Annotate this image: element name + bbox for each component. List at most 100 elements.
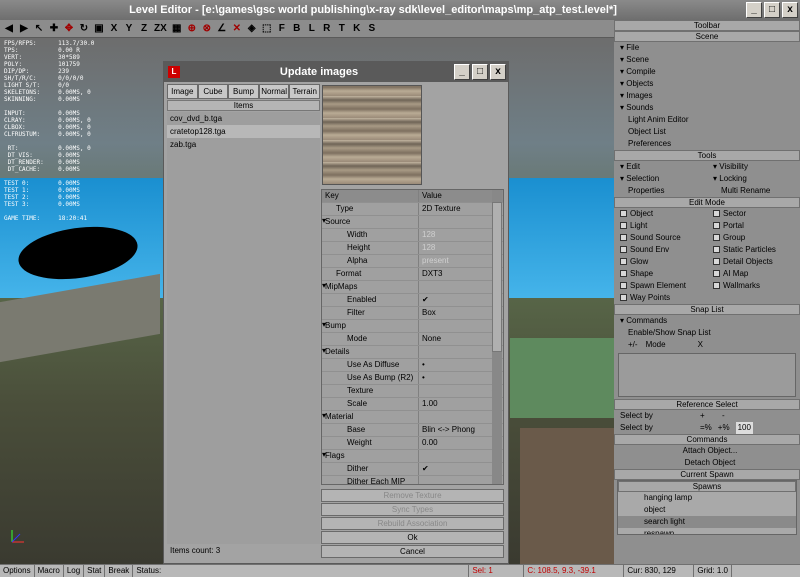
edit-mode-option[interactable]: Shape xyxy=(614,268,707,280)
snap-mode-button[interactable]: Mode xyxy=(646,339,666,351)
checkbox-icon[interactable] xyxy=(620,258,627,265)
select-eq-pct-button[interactable]: =% xyxy=(700,422,712,434)
edit-mode-option[interactable]: Glow xyxy=(614,256,707,268)
tab-terrain[interactable]: Terrain xyxy=(289,84,320,99)
property-value[interactable]: 0.00 xyxy=(419,437,503,449)
property-row[interactable]: FilterBox••• xyxy=(322,307,503,320)
edit-mode-option[interactable]: Spawn Element xyxy=(614,280,707,292)
dialog-minimize-button[interactable]: _ xyxy=(454,64,470,80)
view-b-button[interactable]: B xyxy=(290,21,304,36)
scene-header[interactable]: Scene xyxy=(614,31,800,42)
redo-icon[interactable]: ▶ xyxy=(17,21,31,36)
property-value[interactable] xyxy=(419,216,503,228)
property-value[interactable]: 2D Texture••• xyxy=(419,203,503,215)
list-item[interactable]: hanging lamp xyxy=(618,492,796,504)
property-value[interactable]: Blin <-> Phong••• xyxy=(419,424,503,436)
scroll-thumb[interactable] xyxy=(492,202,502,352)
select-plus-pct-button[interactable]: +% xyxy=(718,422,730,434)
edit-mode-option[interactable]: Sector xyxy=(707,208,800,220)
attach-object-button[interactable]: Attach Object... xyxy=(614,445,800,457)
edit-mode-option[interactable]: Object xyxy=(614,208,707,220)
view-l-button[interactable]: L xyxy=(305,21,319,36)
snap-plusminus-button[interactable]: +/- xyxy=(628,339,638,351)
add-icon[interactable]: ✚ xyxy=(47,21,61,36)
checkbox-icon[interactable] xyxy=(713,210,720,217)
property-value[interactable]: 128 xyxy=(419,229,503,241)
property-group-row[interactable]: ▾ Source xyxy=(322,216,503,229)
property-row[interactable]: Enabled ✔ xyxy=(322,294,503,307)
minimize-button[interactable]: _ xyxy=(746,2,762,18)
property-group-row[interactable]: ▾ Details xyxy=(322,346,503,359)
snap-object-icon[interactable]: ⊕ xyxy=(185,21,199,36)
remove-texture-button[interactable]: Remove Texture xyxy=(321,489,504,502)
property-row[interactable]: Dither Each MIP xyxy=(322,476,503,484)
view-f-button[interactable]: F xyxy=(275,21,289,36)
expand-arrow-icon[interactable]: ▾ xyxy=(322,281,326,290)
menu-scene[interactable]: ▾ Scene xyxy=(614,54,800,66)
sync-types-button[interactable]: Sync Types xyxy=(321,503,504,516)
checkbox-icon[interactable] xyxy=(713,282,720,289)
rotate-icon[interactable]: ↻ xyxy=(77,21,91,36)
edit-mode-option[interactable]: AI Map xyxy=(707,268,800,280)
menu-file[interactable]: ▾ File xyxy=(614,42,800,54)
edit-mode-option[interactable]: Light xyxy=(614,220,707,232)
property-row[interactable]: FormatDXT3••• xyxy=(322,268,503,281)
snap-list-header[interactable]: Snap List xyxy=(614,304,800,315)
menu-sounds[interactable]: ▾ Sounds xyxy=(614,102,800,114)
tab-bump[interactable]: Bump xyxy=(228,84,259,99)
property-group-row[interactable]: ▾ Bump xyxy=(322,320,503,333)
reference-select-header[interactable]: Reference Select xyxy=(614,399,800,410)
preferences[interactable]: Preferences xyxy=(614,138,800,150)
expand-arrow-icon[interactable]: ▾ xyxy=(322,216,326,225)
checkbox-icon[interactable] xyxy=(713,258,720,265)
view-t-button[interactable]: T xyxy=(335,21,349,36)
object-list[interactable]: Object List xyxy=(614,126,800,138)
snap-grid-icon[interactable]: ▦ xyxy=(170,21,184,36)
checkbox-icon[interactable] xyxy=(620,282,627,289)
property-scrollbar[interactable] xyxy=(492,190,502,484)
checkbox-icon[interactable] xyxy=(713,270,720,277)
checkbox-icon[interactable] xyxy=(713,234,720,241)
list-item[interactable]: zab.tga xyxy=(167,138,320,151)
property-value[interactable]: • xyxy=(419,359,503,371)
property-value[interactable]: 128 xyxy=(419,242,503,254)
snap-angle-icon[interactable]: ∠ xyxy=(215,21,229,36)
axis-z-button[interactable]: Z xyxy=(137,21,151,36)
select-minus-button[interactable]: - xyxy=(722,410,725,422)
tab-cube[interactable]: Cube xyxy=(197,84,229,99)
scale-icon[interactable]: ▣ xyxy=(92,21,106,36)
checkbox-icon[interactable] xyxy=(620,294,627,301)
property-row[interactable]: Scale 1.00 xyxy=(322,398,503,411)
break-button[interactable]: Break xyxy=(105,565,134,577)
menu-locking[interactable]: ▾ Locking xyxy=(707,173,800,185)
edit-mode-option[interactable]: Sound Source xyxy=(614,232,707,244)
property-value[interactable] xyxy=(419,346,503,358)
menu-selection[interactable]: ▾ Selection xyxy=(614,173,707,185)
detach-object-button[interactable]: Detach Object xyxy=(614,457,800,469)
property-row[interactable]: ModeNone••• xyxy=(322,333,503,346)
view-s-button[interactable]: S xyxy=(365,21,379,36)
tab-normal[interactable]: Normal xyxy=(258,84,290,99)
snap-clear-button[interactable]: X xyxy=(698,339,703,351)
view-r-button[interactable]: R xyxy=(320,21,334,36)
menu-compile[interactable]: ▾ Compile xyxy=(614,66,800,78)
rebuild-association-button[interactable]: Rebuild Association xyxy=(321,517,504,530)
edit-mode-option[interactable]: Way Points xyxy=(614,292,707,304)
checkbox-icon[interactable] xyxy=(620,210,627,217)
edit-mode-option[interactable]: Wallmarks xyxy=(707,280,800,292)
options-menu[interactable]: Options xyxy=(0,565,35,577)
axis-y-button[interactable]: Y xyxy=(122,21,136,36)
stat-button[interactable]: Stat xyxy=(84,565,106,577)
current-spawn-header[interactable]: Current Spawn xyxy=(614,469,800,480)
property-value[interactable]: ••• xyxy=(419,385,503,397)
property-value[interactable] xyxy=(419,281,503,293)
list-item[interactable]: respawn xyxy=(618,528,796,534)
dialog-maximize-button[interactable]: □ xyxy=(472,64,488,80)
expand-arrow-icon[interactable]: ▾ xyxy=(322,411,326,420)
property-value[interactable] xyxy=(419,411,503,423)
snap-list-box[interactable] xyxy=(618,353,796,397)
multi-rename-button[interactable]: Multi Rename xyxy=(707,185,800,197)
expand-arrow-icon[interactable]: ▾ xyxy=(322,346,326,355)
checkbox-icon[interactable] xyxy=(620,234,627,241)
property-row[interactable]: Use As Diffuse • xyxy=(322,359,503,372)
